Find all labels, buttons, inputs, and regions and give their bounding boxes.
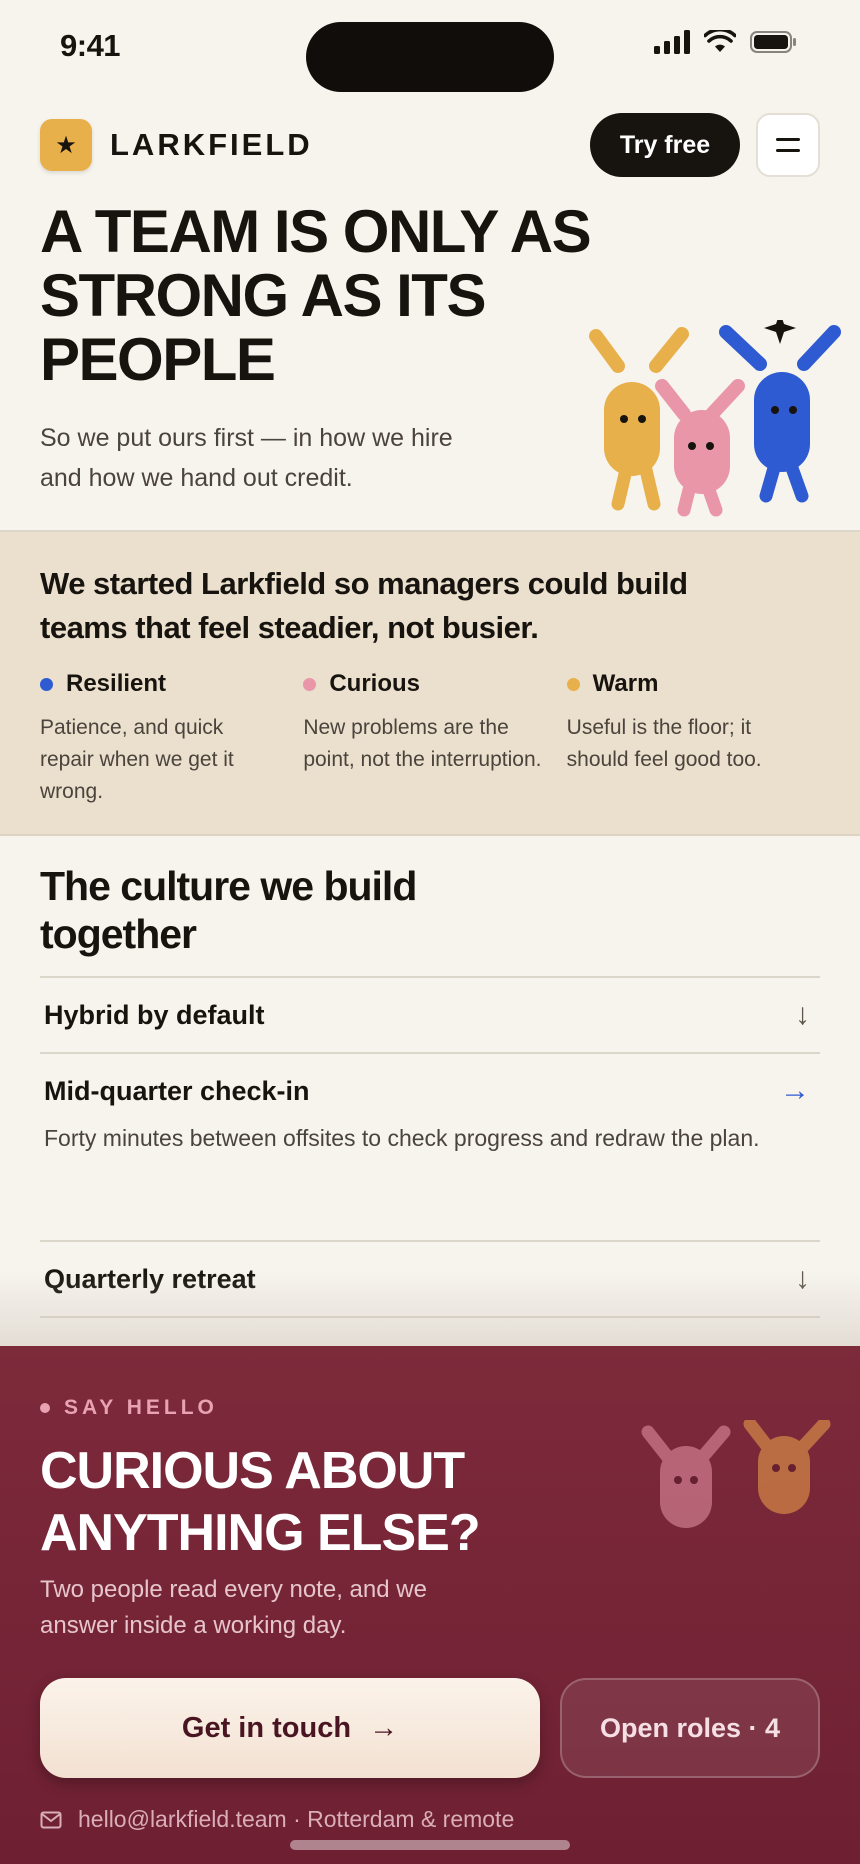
culture-title: The culture we build together — [40, 863, 417, 957]
value-description: Patience, and quick repair when we get i… — [40, 716, 234, 803]
get-in-touch-label: Get in touch — [181, 1711, 352, 1744]
value-item-warm: Warm Useful is the floor; it should feel… — [566, 670, 830, 808]
cellular-signal-icon — [654, 30, 690, 54]
value-description: New problems are the point, not the inte… — [303, 716, 542, 771]
menu-button[interactable] — [756, 113, 820, 177]
blue-dot-icon — [40, 677, 53, 691]
accordion-label: Mid-quarter check-in — [44, 1075, 310, 1106]
yellow-dot-icon — [566, 677, 580, 691]
sheet-eyebrow: SAY HELLO — [40, 1396, 218, 1420]
yellow-mascot — [589, 327, 689, 511]
dynamic-island — [306, 22, 554, 92]
team-mascots-illustration — [589, 320, 841, 517]
try-free-button[interactable]: Try free — [590, 113, 740, 177]
orange-mascot — [743, 1420, 831, 1514]
logo-badge[interactable]: ★ — [40, 119, 92, 171]
sparkle-icon — [764, 320, 796, 344]
status-icons — [654, 30, 798, 54]
home-indicator[interactable] — [290, 1840, 570, 1850]
open-roles-button[interactable]: Open roles · 4 — [560, 1678, 820, 1778]
culture-accordion-item: Mid-quarter check-in → Forty minutes bet… — [40, 1052, 820, 1196]
contact-line: hello@larkfield.team · Rotterdam & remot… — [40, 1806, 514, 1833]
status-bar: 9:41 — [0, 0, 860, 100]
wifi-icon — [704, 30, 736, 52]
accordion-item-hybrid[interactable]: Hybrid by default ↓ — [40, 978, 820, 1052]
battery-icon — [750, 31, 796, 53]
blue-mascot — [719, 325, 841, 503]
value-name: Resilient — [66, 670, 167, 697]
sheet-subtitle: Two people read every note, and we answe… — [40, 1576, 427, 1639]
pink-mascot — [655, 379, 745, 517]
value-heading: Curious — [303, 670, 544, 698]
value-item-curious: Curious New problems are the point, not … — [303, 670, 566, 808]
status-time: 9:41 — [60, 28, 121, 63]
accordion-label: Hybrid by default — [44, 999, 265, 1030]
values-band-title: We started Larkfield so managers could b… — [40, 566, 688, 645]
pink-mascot — [641, 1425, 731, 1528]
value-description: Useful is the floor; it should feel good… — [566, 716, 762, 771]
hamburger-icon-line — [776, 149, 800, 152]
mail-icon — [40, 1811, 62, 1828]
eyebrow-label: SAY HELLO — [64, 1396, 218, 1419]
values-band: We started Larkfield so managers could b… — [0, 532, 860, 836]
get-in-touch-button[interactable]: Get in touch → — [40, 1678, 540, 1778]
scroll-fade — [0, 1270, 860, 1350]
culture-accordion: Hybrid by default ↓ — [40, 976, 820, 1052]
contact-text[interactable]: hello@larkfield.team · Rotterdam & remot… — [78, 1806, 514, 1833]
star-icon: ★ — [55, 131, 77, 159]
hero-subtitle: So we put ours first — in how we hire an… — [40, 424, 453, 492]
site-header: ★ LARKFIELD Try free — [40, 112, 820, 178]
value-item-resilient: Resilient Patience, and quick repair whe… — [40, 670, 303, 808]
value-heading: Warm — [566, 670, 808, 698]
hero-title: A TEAM IS ONLY AS STRONG AS ITS PEOPLE — [40, 198, 592, 393]
value-name: Curious — [329, 670, 420, 697]
hamburger-icon — [776, 138, 800, 141]
pink-dot-icon — [40, 1403, 50, 1413]
brand-name[interactable]: LARKFIELD — [110, 127, 313, 163]
sheet-title: CURIOUS ABOUT ANYTHING ELSE? — [40, 1442, 481, 1562]
value-heading: Resilient — [40, 670, 281, 698]
arrow-right-icon: → — [780, 1074, 810, 1107]
sheet-mascots-illustration — [641, 1420, 831, 1528]
arrow-right-icon: → — [369, 1711, 399, 1744]
value-name: Warm — [592, 670, 659, 697]
values-list: Resilient Patience, and quick repair whe… — [40, 670, 830, 808]
accordion-body: Forty minutes between offsites to check … — [44, 1125, 760, 1151]
contact-sheet: SAY HELLO CURIOUS ABOUT ANYTHING ELSE? T… — [0, 1346, 860, 1864]
accordion-item-check-in[interactable]: Mid-quarter check-in → — [40, 1054, 820, 1128]
arrow-down-icon: ↓ — [795, 998, 810, 1031]
pink-dot-icon — [303, 677, 317, 691]
